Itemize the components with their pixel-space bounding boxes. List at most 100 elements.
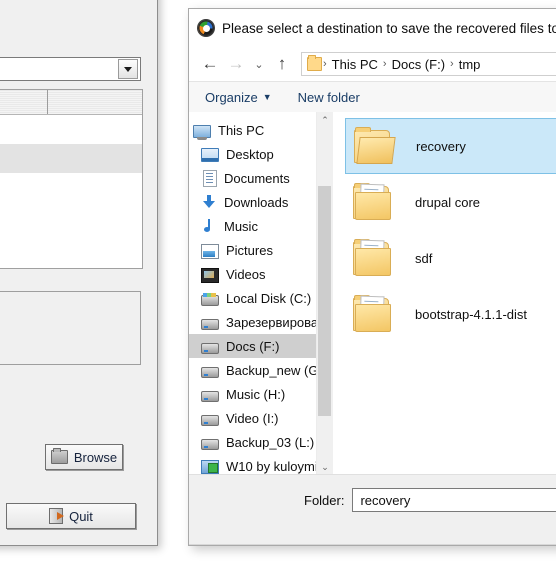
- videos-icon: [201, 267, 219, 283]
- file-name-label: recovery: [416, 138, 466, 154]
- computer-icon: [193, 124, 211, 140]
- photorec-icon: [198, 20, 214, 36]
- table-row[interactable]: /10 by kuloymin X64]: [0, 144, 142, 173]
- navigation-bar: ← → ⌄ ↑ › This PC › Docs (F:) › tmp: [189, 47, 556, 81]
- sidebar-item-documents[interactable]: Documents: [189, 166, 333, 190]
- breadcrumb-tmp[interactable]: tmp: [455, 57, 485, 72]
- tree-scrollbar[interactable]: ⌃ ⌄: [316, 112, 333, 475]
- sidebar-item-label: Docs (F:): [226, 338, 280, 354]
- sidebar-item-label: Pictures: [226, 242, 273, 258]
- list-item[interactable]: bootstrap-4.1.1-dist: [345, 286, 556, 342]
- chevron-down-icon: ▼: [262, 92, 272, 102]
- sidebar-item-label: Local Disk (C:): [226, 290, 312, 306]
- sidebar-item-label: Downloads: [224, 194, 289, 210]
- sidebar-item-reserved[interactable]: Зарезервирован: [189, 310, 333, 334]
- address-bar[interactable]: › This PC › Docs (F:) › tmp: [301, 52, 556, 76]
- list-item[interactable]: sdf: [345, 230, 556, 286]
- sidebar-item-backup-03-l[interactable]: Backup_03 (L:): [189, 430, 333, 454]
- list-item[interactable]: recovery: [345, 118, 556, 174]
- back-button[interactable]: ←: [197, 51, 223, 77]
- scroll-up-icon[interactable]: ⌃: [317, 112, 333, 128]
- drive-icon: [201, 366, 219, 378]
- sidebar-item-label: Videos: [226, 266, 266, 282]
- table-row[interactable]: Whole disk]: [0, 115, 142, 144]
- list-item[interactable]: drupal core: [345, 174, 556, 230]
- chevron-down-icon[interactable]: [118, 59, 138, 79]
- file-name-label: bootstrap-4.1.1-dist: [415, 306, 528, 322]
- dialog-toolbar: Organize ▼ New folder: [189, 81, 556, 113]
- folder-icon: [307, 55, 322, 71]
- sidebar-item-label: Desktop: [226, 146, 274, 162]
- sidebar-item-label: Backup_03 (L:): [226, 434, 315, 450]
- disk-select-value: 52E6AA1200A2D7C324: [0, 62, 118, 77]
- sidebar-item-video-i[interactable]: Video (I:): [189, 406, 333, 430]
- sidebar-item-music[interactable]: Music: [189, 214, 333, 238]
- dialog-body: This PC Desktop Documents Downloads Musi…: [189, 112, 556, 475]
- sidebar-item-backup-new-g[interactable]: Backup_new (G:): [189, 358, 333, 382]
- file-list[interactable]: recovery drupal core sdf bootstrap-4.1.1…: [333, 112, 556, 475]
- drive-icon: [201, 438, 219, 450]
- navigation-tree[interactable]: This PC Desktop Documents Downloads Musi…: [189, 112, 333, 475]
- local-disk-icon: [201, 292, 219, 306]
- sidebar-item-music-h[interactable]: Music (H:): [189, 382, 333, 406]
- browse-button[interactable]: Browse: [45, 444, 123, 470]
- file-name-label: drupal core: [415, 194, 481, 210]
- navigation-tree-list: This PC Desktop Documents Downloads Musi…: [189, 112, 333, 475]
- drive-icon: [201, 414, 219, 426]
- folder-files-icon: [351, 182, 397, 222]
- forward-button[interactable]: →: [223, 51, 249, 77]
- folder-icon: [50, 448, 68, 464]
- recent-locations-icon[interactable]: ⌄: [249, 51, 269, 77]
- breadcrumb-docs-f[interactable]: Docs (F:): [388, 57, 449, 72]
- sidebar-item-label: This PC: [218, 122, 265, 138]
- quit-button-label: Quit: [69, 508, 93, 524]
- sidebar-item-desktop[interactable]: Desktop: [189, 142, 333, 166]
- documents-icon: [203, 169, 217, 187]
- footer-divider: [189, 544, 556, 545]
- drive-icon: [201, 342, 219, 354]
- disk-select-combobox[interactable]: 52E6AA1200A2D7C324: [0, 57, 141, 81]
- file-name-label: sdf: [415, 250, 433, 266]
- dialog-title-bar: Please select a destination to save the …: [189, 9, 556, 47]
- partition-table-header: Label: [0, 90, 142, 115]
- folder-files-icon: [351, 294, 397, 334]
- drive-icon: [201, 318, 219, 330]
- column-header-blank[interactable]: [48, 90, 142, 114]
- sidebar-item-label: Music: [224, 218, 258, 234]
- sidebar-item-label: Backup_new (G:): [226, 362, 327, 378]
- sidebar-item-local-disk-c[interactable]: Local Disk (C:): [189, 286, 333, 310]
- sidebar-item-pictures[interactable]: Pictures: [189, 238, 333, 262]
- organize-menu-button[interactable]: Organize ▼: [205, 90, 272, 105]
- scroll-down-icon[interactable]: ⌄: [317, 459, 333, 475]
- sidebar-item-docs-f[interactable]: Docs (F:): [189, 334, 333, 358]
- sidebar-item-label: Documents: [224, 170, 290, 186]
- folder-name-input[interactable]: recovery: [352, 488, 556, 512]
- pictures-icon: [201, 243, 219, 259]
- folder-label: Folder:: [304, 492, 345, 508]
- sidebar-item-w10-by-kuloymi[interactable]: W10 by kuloymi: [189, 454, 333, 475]
- sidebar-item-label: Зарезервирован: [226, 314, 326, 330]
- dialog-footer: Folder: recovery: [189, 474, 556, 545]
- search-scope-groupbox: unallocated space only m whole partition: [0, 291, 141, 365]
- partition-table[interactable]: Label Whole disk] /10 by kuloymin X64]: [0, 89, 143, 269]
- sidebar-item-label: W10 by kuloymi: [226, 458, 318, 474]
- quit-button[interactable]: Quit: [6, 503, 136, 529]
- up-button[interactable]: ↑: [269, 51, 295, 77]
- exit-door-icon: [49, 508, 65, 524]
- sidebar-item-label: Video (I:): [226, 410, 279, 426]
- organize-label: Organize: [205, 89, 258, 105]
- folder-open-icon: [352, 126, 398, 166]
- new-folder-button[interactable]: New folder: [298, 90, 360, 105]
- desktop-icon: [201, 148, 219, 162]
- scrollbar-thumb[interactable]: [318, 186, 331, 416]
- sidebar-item-videos[interactable]: Videos: [189, 262, 333, 286]
- folder-name-row: Folder: recovery: [189, 487, 556, 513]
- network-drive-icon: [201, 460, 219, 474]
- folder-files-icon: [351, 238, 397, 278]
- column-header-label[interactable]: Label: [0, 90, 48, 114]
- breadcrumb-this-pc[interactable]: This PC: [328, 57, 382, 72]
- sidebar-item-downloads[interactable]: Downloads: [189, 190, 333, 214]
- drive-icon: [201, 390, 219, 402]
- new-folder-label: New folder: [297, 89, 360, 105]
- sidebar-item-this-pc[interactable]: This PC: [189, 118, 333, 142]
